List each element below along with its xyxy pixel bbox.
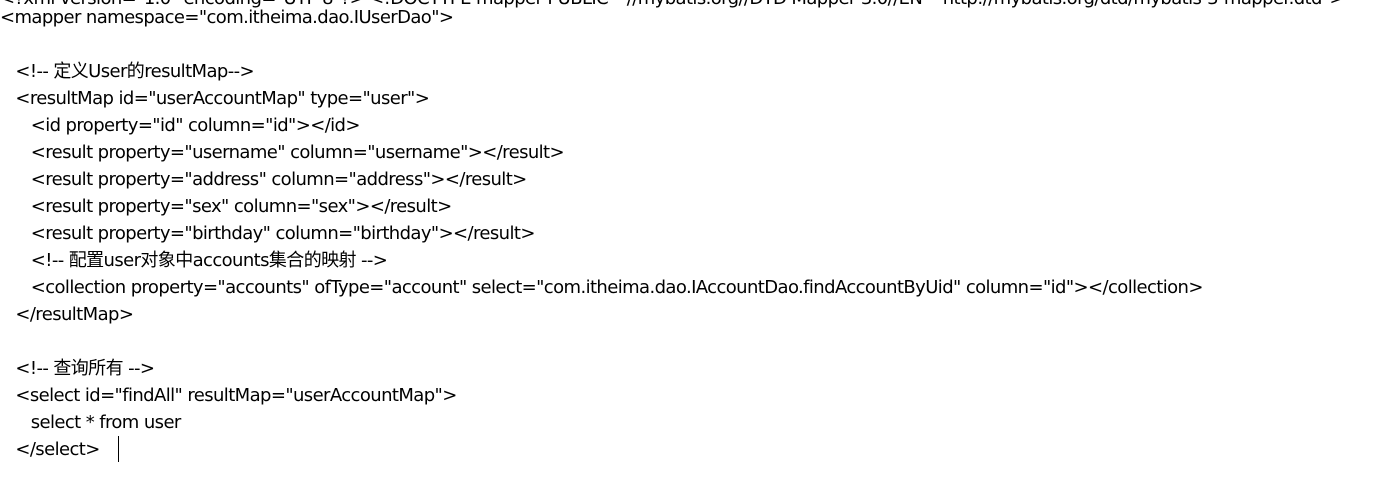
code-line-address-mapping: <result property="address" column="addre… <box>0 169 528 190</box>
xml-code-editor[interactable]: <?xml version="1.0" encoding="UTF-8"?> <… <box>0 0 1380 483</box>
code-line-username-mapping: <result property="username" column="user… <box>0 142 565 163</box>
code-line-resultmap-open: <resultMap id="userAccountMap" type="use… <box>0 88 430 109</box>
code-line-collection-comment: <!-- 配置user对象中accounts集合的映射 --> <box>0 250 388 271</box>
code-line-resultmap-close: </resultMap> <box>0 304 134 325</box>
text-cursor <box>118 436 119 462</box>
code-line-select-close: </select> <box>0 439 100 460</box>
code-line-select-open: <select id="findAll" resultMap="userAcco… <box>0 385 457 406</box>
code-line-select-comment: <!-- 查询所有 --> <box>0 358 155 379</box>
code-line-resultmap-comment: <!-- 定义User的resultMap--> <box>0 61 254 82</box>
code-line-birthday-mapping: <result property="birthday" column="birt… <box>0 223 536 244</box>
code-line-sex-mapping: <result property="sex" column="sex"></re… <box>0 196 452 217</box>
code-line-collection: <collection property="accounts" ofType="… <box>0 277 1204 298</box>
code-line-sql-query: select * from user <box>0 412 182 433</box>
code-line-mapper-open: <mapper namespace="com.itheima.dao.IUser… <box>0 7 454 28</box>
code-line-id-mapping: <id property="id" column="id"></id> <box>0 115 361 136</box>
